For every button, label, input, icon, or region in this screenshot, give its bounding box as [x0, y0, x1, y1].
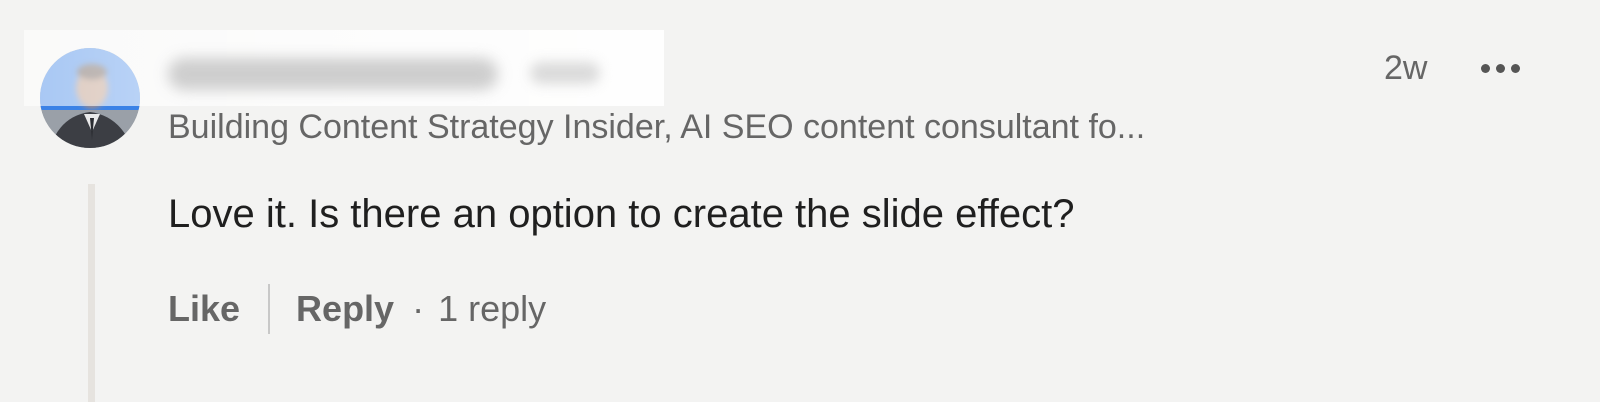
like-button[interactable]: Like: [168, 288, 240, 330]
author-name-blur: [168, 58, 498, 90]
thread-line: [88, 184, 95, 402]
more-options-button[interactable]: [1472, 48, 1528, 88]
ellipsis-icon: [1478, 63, 1523, 73]
comment-timestamp: 2w: [1384, 49, 1428, 87]
action-divider: [268, 284, 271, 334]
reply-button[interactable]: Reply: [296, 288, 394, 330]
author-headline: Building Content Strategy Insider, AI SE…: [168, 108, 1146, 146]
reply-count-link[interactable]: 1 reply: [438, 288, 546, 330]
comment-actions: Like Reply · 1 reply: [168, 284, 546, 334]
comment-text: Love it. Is there an option to create th…: [168, 192, 1075, 236]
comment-item: Building Content Strategy Insider, AI SE…: [0, 0, 1600, 402]
connection-degree-blur: [530, 62, 600, 84]
action-separator: ·: [412, 288, 425, 329]
